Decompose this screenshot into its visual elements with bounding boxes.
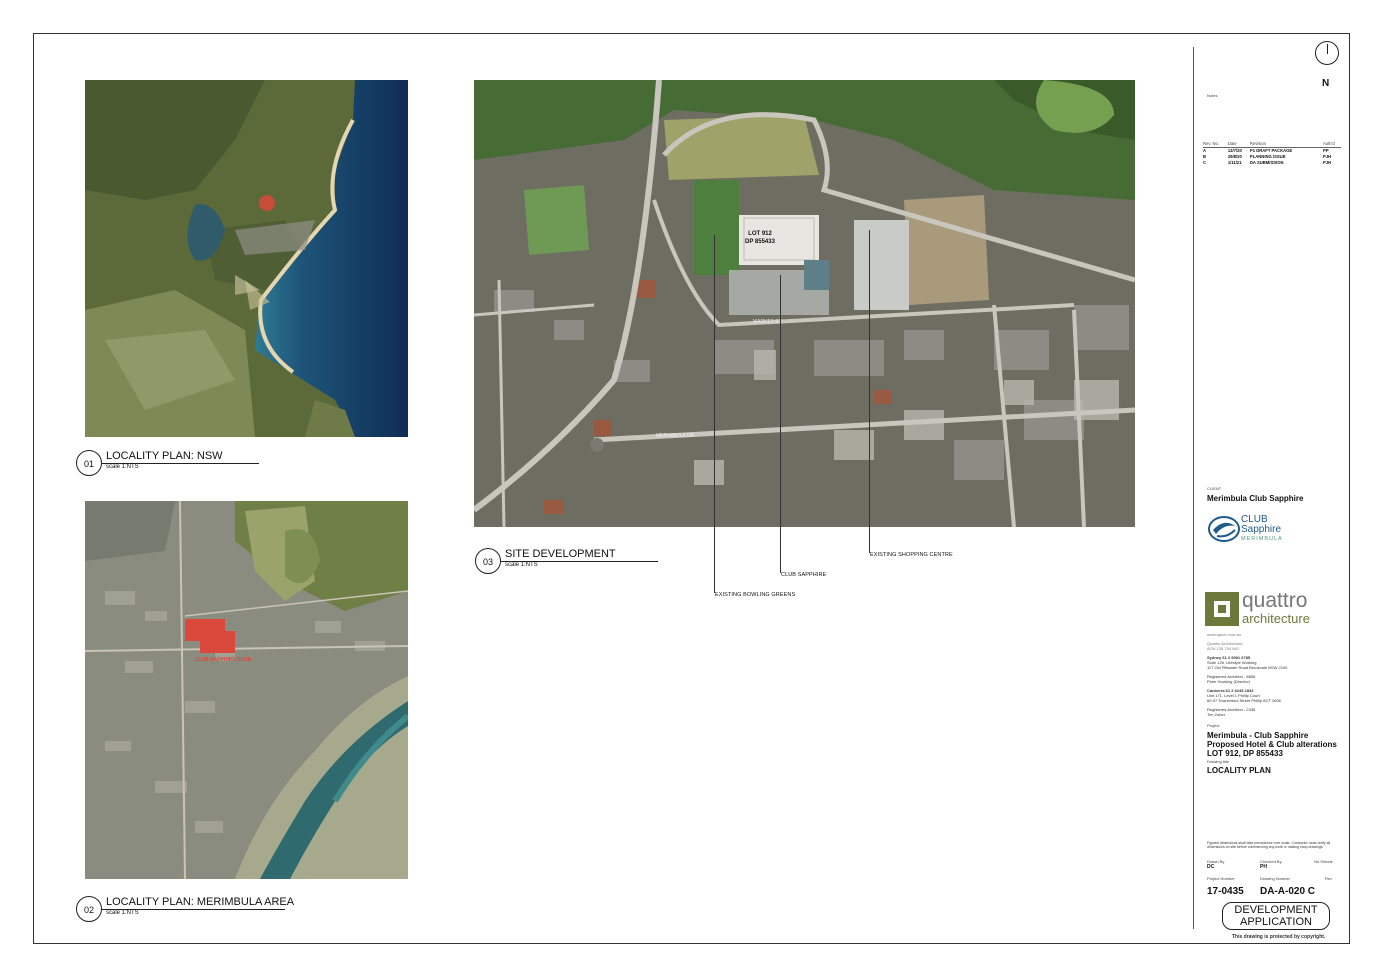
project-number-label: Project Number	[1207, 876, 1235, 881]
site-development-aerial	[474, 80, 1135, 527]
notes-label: Notes	[1207, 93, 1218, 98]
stamp-line2: APPLICATION	[1240, 916, 1312, 928]
leader-club-sapphire	[780, 275, 781, 573]
client-label: CLIENT	[1207, 486, 1222, 491]
quattro-architecture-logo: quattro architecture	[1205, 590, 1340, 628]
drawn-by: DC	[1207, 864, 1215, 870]
view-scale: scale 1:NTS	[106, 464, 139, 470]
callout-shopping-centre: EXISTING SHOPPING CENTRE	[870, 552, 953, 558]
view-scale: scale 1:NTS	[505, 562, 538, 568]
project-line: LOT 912, DP 855433	[1207, 749, 1283, 758]
architect-detail: www.qarch.com.au	[1207, 632, 1241, 637]
architect-detail: ACN 135 704 942	[1207, 646, 1239, 651]
disclaimer-line: dimensions on site before commencing any…	[1207, 845, 1324, 849]
drawing-title-label: Drawing title	[1207, 759, 1230, 764]
club-logo-line3: MERIMBULA	[1241, 536, 1283, 542]
view-number-bubble: 03	[475, 548, 501, 574]
view-title: SITE DEVELOPMENT	[505, 548, 616, 560]
revision-cell: 1/11/21	[1227, 160, 1242, 165]
client-name: Merimbula Club Sapphire	[1207, 494, 1304, 503]
quattro-square-icon	[1205, 592, 1239, 626]
locality-map-merimbula	[85, 501, 408, 879]
street-label-merimbula-dr: MERIMBULA DR	[656, 433, 695, 439]
revision-cell: C	[1203, 160, 1207, 165]
view-scale: scale 1:NTS	[106, 910, 139, 916]
view-title: LOCALITY PLAN: NSW	[106, 450, 223, 462]
revision-table: Rev. No. Date Revision Auth'd A 13/7/20 …	[1203, 141, 1341, 166]
club-sapphire-logo: CLUB Sapphire MERIMBULA	[1207, 512, 1297, 546]
architect-detail: 60-97 Townshend Street Phillip ACT 2606	[1207, 698, 1281, 703]
development-application-stamp: DEVELOPMENT APPLICATION	[1222, 902, 1330, 930]
stamp-line1: DEVELOPMENT	[1234, 904, 1318, 916]
lot-number: LOT 912	[748, 231, 772, 237]
title-block-divider	[1193, 47, 1194, 929]
architect-detail: Peter Hooking (Director)	[1207, 679, 1251, 684]
lot-label: LOT 912 DP 855433	[735, 230, 785, 246]
project-line: Merimbula - Club Sapphire	[1207, 731, 1309, 740]
quattro-logo-word1: quattro	[1242, 589, 1308, 612]
project-label: Project	[1207, 723, 1220, 728]
leader-shopping-centre	[869, 230, 870, 553]
drawing-number-label: Drawing Number	[1260, 876, 1291, 881]
revision-cell: DA SUBMISSION	[1249, 160, 1284, 165]
club-logo-line2: Sapphire	[1241, 524, 1282, 535]
no-sheets-label: No Sheets	[1314, 859, 1333, 864]
architect-detail: Tim Zuber	[1207, 712, 1226, 717]
rev-label: Rev	[1325, 876, 1333, 881]
view-number-bubble: 02	[76, 896, 102, 922]
north-arrow-icon	[1315, 41, 1339, 65]
copyright-note: This drawing is protected by copyright.	[1232, 934, 1326, 940]
project-line: Proposed Hotel & Club alterations	[1207, 740, 1337, 749]
checked-by: PH	[1260, 864, 1267, 870]
architect-detail: 117 Old Pittwater Road Brookvale NSW 210…	[1207, 665, 1288, 670]
callout-bowling-greens: EXISTING BOWLING GREENS	[715, 592, 796, 598]
north-label: N	[1322, 78, 1330, 89]
drawing-title: LOCALITY PLAN	[1207, 766, 1271, 775]
merimbula-highlight-label: CLUB SAPPHIRE CLUB	[194, 657, 252, 663]
revision-row: C 1/11/21 DA SUBMISSION PJH	[1203, 160, 1341, 166]
project-number: 17-0435	[1207, 886, 1244, 897]
drawing-number: DA-A-020 C	[1260, 886, 1316, 897]
dp-number: DP 855433	[745, 239, 775, 245]
street-label-market-st: MARKET ST	[753, 319, 782, 325]
view-number-bubble: 01	[76, 450, 102, 476]
view-title: LOCALITY PLAN: MERIMBULA AREA	[106, 896, 295, 908]
revision-cell: PJH	[1323, 160, 1332, 165]
callout-club-sapphire: CLUB SAPPHIRE	[781, 572, 827, 578]
leader-bowling-greens	[714, 235, 715, 593]
quattro-logo-word2: architecture	[1242, 611, 1310, 626]
locality-map-nsw	[85, 80, 408, 437]
sapphire-swirl-icon	[1208, 516, 1240, 542]
